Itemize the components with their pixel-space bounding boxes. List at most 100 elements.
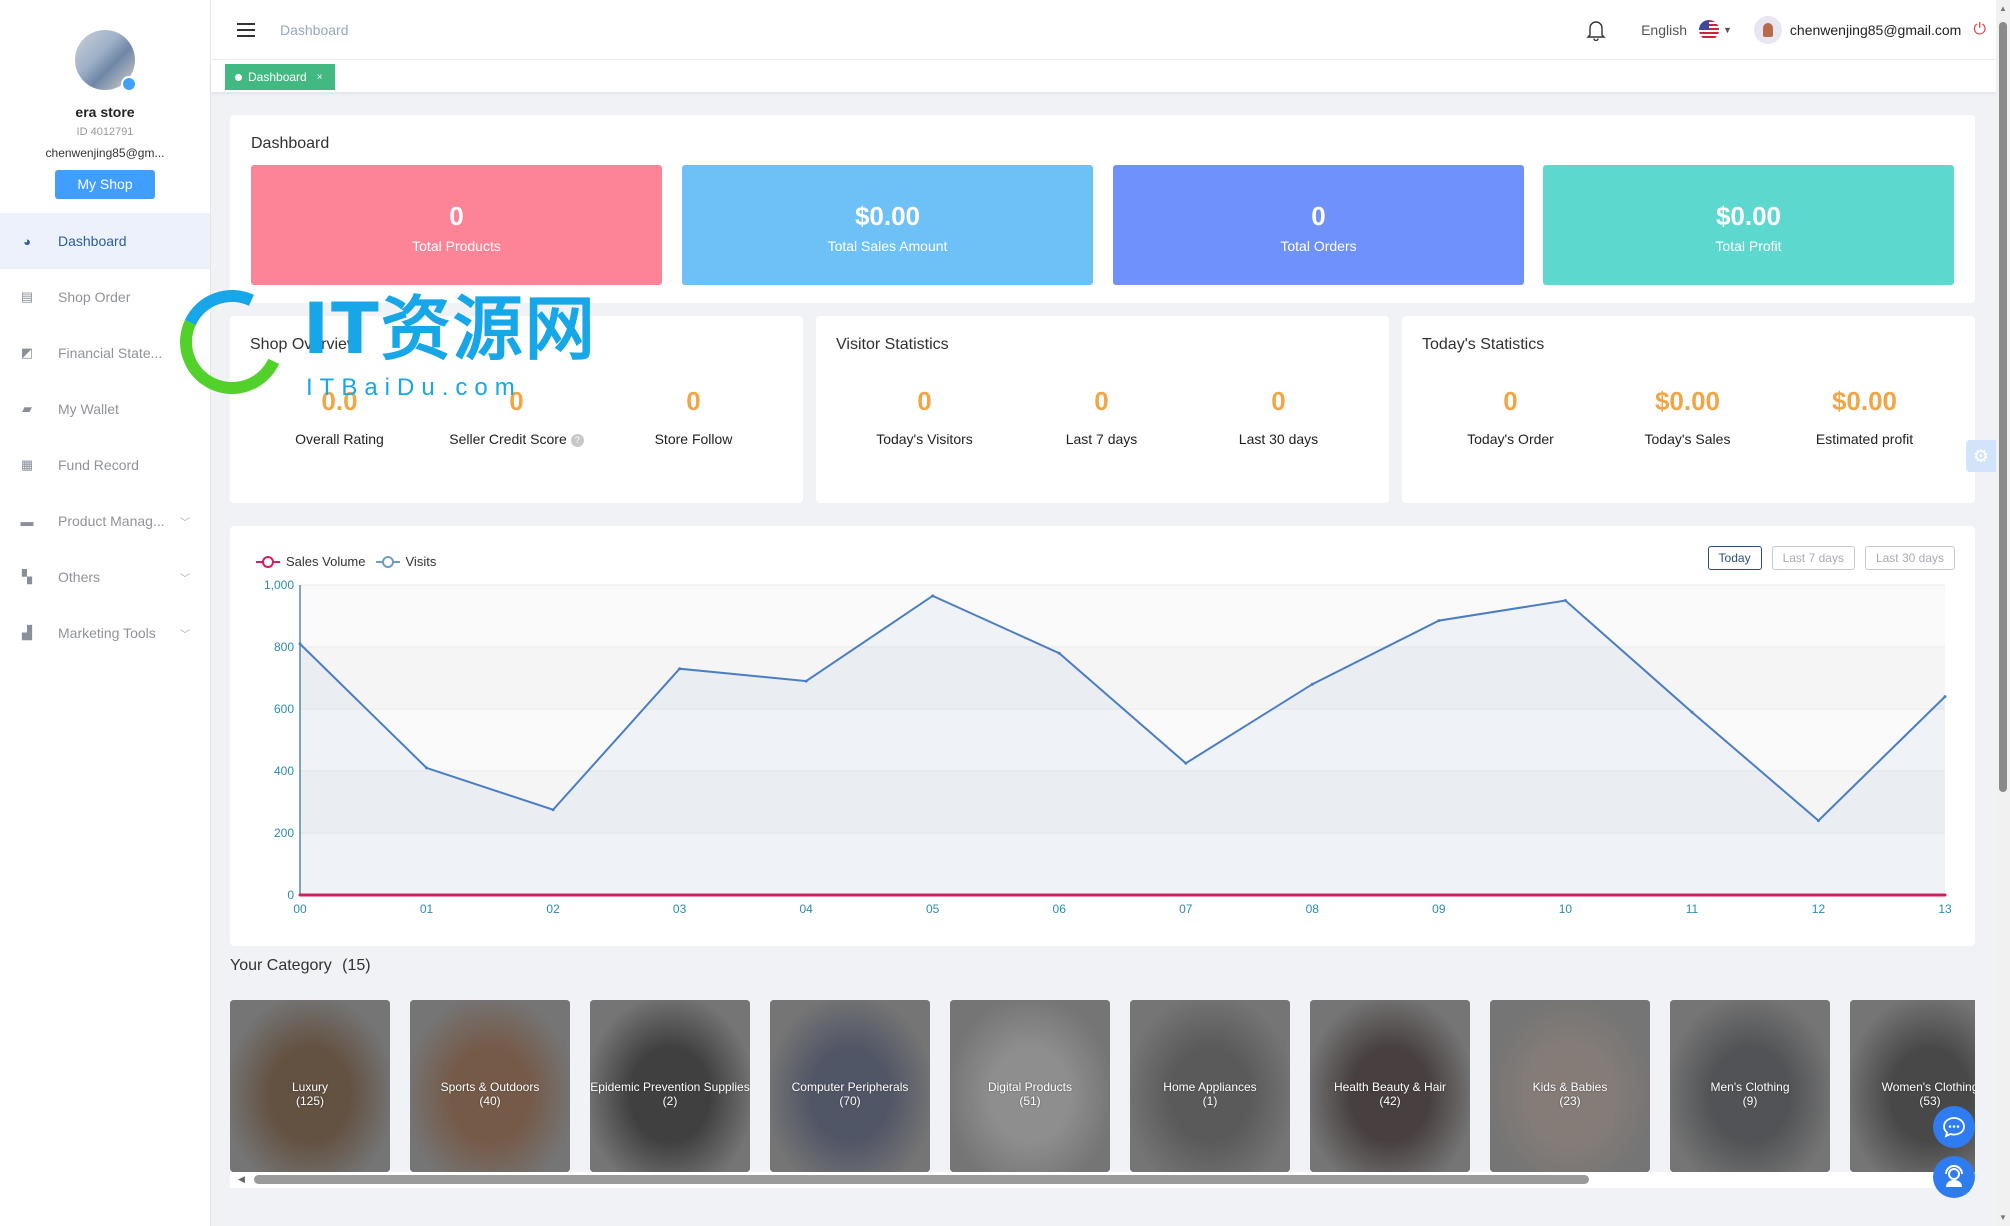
sidebar-item-others[interactable]: ▚ Others ﹀: [0, 549, 210, 605]
x-tick-label: 00: [293, 902, 307, 916]
category-card[interactable]: Computer Peripherals (70): [770, 1000, 930, 1172]
chevron-down-icon: ﹀: [180, 629, 190, 641]
sidebar-item-product-management[interactable]: ▬ Product Manag... ﹀: [0, 493, 210, 549]
stat-value: 0: [1311, 201, 1326, 231]
stat-card-total-products: 0 Total Products: [251, 165, 662, 285]
stat-card-total-sales-amount: $0.00 Total Sales Amount: [682, 165, 1093, 285]
line-chart-icon: ◩: [20, 345, 34, 360]
y-tick-label: 600: [274, 702, 294, 716]
todays-statistics-panel: Today's Statistics 0 Today's Order $0.00…: [1402, 316, 1975, 503]
close-icon[interactable]: ×: [317, 72, 323, 83]
visitors-last-7-days: 0 Last 7 days: [1013, 386, 1190, 447]
category-carousel[interactable]: Luxury (125) Sports & Outdoors (40) Epidemic…: [230, 1000, 1975, 1188]
customer-service-icon[interactable]: [1933, 1156, 1975, 1198]
sidebar-item-label: Fund Record: [58, 457, 139, 473]
clipboard-icon: ▤: [20, 289, 34, 304]
sidebar-item-label: Marketing Tools: [58, 625, 156, 641]
stat-card-total-profit: $0.00 Total Profit: [1543, 165, 1954, 285]
range-last-30-days-button[interactable]: Last 30 days: [1864, 546, 1955, 570]
stat-value: $0.00: [1715, 201, 1782, 231]
overall-rating: 0.0 Overall Rating: [251, 386, 428, 447]
legend-item-visits[interactable]: Visits: [375, 554, 437, 569]
scrollbar-thumb[interactable]: [254, 1175, 1589, 1184]
category-product-count: (9): [1742, 1094, 1758, 1108]
stat-label: Seller Credit Score: [449, 431, 567, 447]
scroll-down-arrow-icon[interactable]: ▼: [1999, 1213, 2007, 1222]
y-tick-label: 800: [274, 640, 294, 654]
legend-item-sales-volume[interactable]: Sales Volume: [256, 554, 366, 569]
range-last-7-days-button[interactable]: Last 7 days: [1771, 546, 1855, 570]
dashboard-gauge-icon: ◕: [23, 233, 31, 249]
category-card[interactable]: Men's Clothing (9): [1670, 1000, 1830, 1172]
page-vertical-scrollbar[interactable]: ▲ ▼: [1996, 0, 2010, 1226]
x-tick-label: 11: [1686, 902, 1699, 916]
sidebar-item-financial-statement[interactable]: ◩ Financial State...: [0, 325, 210, 381]
help-icon[interactable]: ?: [570, 433, 584, 447]
stat-label: Total Sales Amount: [827, 238, 948, 254]
stat-value: $0.00: [854, 201, 921, 231]
x-tick-label: 10: [1559, 902, 1573, 916]
scroll-up-arrow-icon[interactable]: ▲: [1999, 4, 2007, 13]
category-horizontal-scrollbar[interactable]: ◀: [230, 1172, 1975, 1188]
legend-label: Visits: [405, 554, 437, 569]
category-count: (15): [342, 957, 371, 974]
user-email[interactable]: chenwenjing85@gmail.com: [1790, 22, 1961, 38]
stat-label: Today's Sales: [1644, 431, 1731, 447]
category-card[interactable]: Epidemic Prevention Supplies (2): [590, 1000, 750, 1172]
sales-visits-chart-panel: 0 200 400 600 800 1,000 00 01 02 03 04 05 06 07 08 09 10…: [230, 526, 1975, 946]
category-card[interactable]: Health Beauty & Hair (42): [1310, 1000, 1470, 1172]
x-tick-label: 03: [673, 902, 687, 916]
category-name: Computer Peripherals: [791, 1080, 909, 1094]
stat-label-row: Seller Credit Score?: [428, 431, 605, 447]
x-tick-label: 05: [926, 902, 940, 916]
x-tick-label: 07: [1179, 902, 1193, 916]
category-caption: Women's Clothing (53): [1850, 1080, 1975, 1108]
range-today-button[interactable]: Today: [1707, 546, 1762, 570]
stat-label: Last 7 days: [1065, 431, 1138, 447]
category-card[interactable]: Kids & Babies (23): [1490, 1000, 1650, 1172]
category-card[interactable]: Luxury (125): [230, 1000, 390, 1172]
category-card[interactable]: Home Appliances (1): [1130, 1000, 1290, 1172]
data-point: [931, 594, 935, 598]
panel-title: Visitor Statistics: [836, 336, 949, 353]
store-avatar[interactable]: [75, 30, 137, 92]
caret-down-icon[interactable]: ▼: [1723, 25, 1732, 35]
chat-bubble-icon[interactable]: [1933, 1106, 1975, 1148]
category-card[interactable]: Digital Products (51): [950, 1000, 1110, 1172]
data-point: [804, 679, 808, 683]
category-product-count: (2): [662, 1094, 678, 1108]
category-name: Epidemic Prevention Supplies: [590, 1080, 750, 1094]
stat-value: 0: [686, 386, 701, 416]
menu-toggle-icon[interactable]: [237, 22, 255, 37]
stat-value: 0: [1271, 386, 1286, 416]
scrollbar-thumb[interactable]: [1999, 22, 2007, 792]
visitor-statistics-panel: Visitor Statistics 0 Today's Visitors 0 …: [816, 316, 1389, 503]
category-card[interactable]: Sports & Outdoors (40): [410, 1000, 570, 1172]
verified-badge-icon: [121, 76, 137, 92]
sidebar-item-fund-record[interactable]: ▦ Fund Record: [0, 437, 210, 493]
y-tick-label: 1,000: [264, 578, 294, 592]
sidebar-item-my-wallet[interactable]: ▰ My Wallet: [0, 381, 210, 437]
power-logout-icon[interactable]: ⏻: [1973, 21, 1986, 39]
scroll-left-arrow-icon[interactable]: ◀: [238, 1174, 245, 1185]
us-flag-icon[interactable]: [1699, 19, 1719, 40]
header-actions: English ▼ chenwenjing85@gmail.com ⏻: [1586, 15, 1996, 44]
language-label[interactable]: English: [1641, 22, 1687, 38]
my-shop-button[interactable]: My Shop: [55, 170, 155, 199]
category-name: Sports & Outdoors: [440, 1080, 540, 1094]
sidebar-item-label: Dashboard: [58, 233, 127, 249]
settings-gear-icon[interactable]: ⚙: [1966, 440, 1996, 472]
category-name: Luxury: [291, 1080, 329, 1094]
data-point: [1437, 619, 1441, 623]
legend-marker-icon: [256, 555, 280, 568]
bell-icon[interactable]: [1586, 19, 1606, 41]
sidebar-item-marketing-tools[interactable]: ▟ Marketing Tools ﹀: [0, 605, 210, 661]
sidebar-item-dashboard[interactable]: ◕ Dashboard: [0, 213, 210, 269]
user-avatar[interactable]: [1753, 15, 1782, 44]
category-caption: Health Beauty & Hair (42): [1310, 1080, 1470, 1108]
sidebar-item-shop-order[interactable]: ▤ Shop Order: [0, 269, 210, 325]
category-section-title: Your Category (15): [230, 957, 371, 975]
tag-label: Dashboard: [248, 70, 307, 84]
line-chart[interactable]: 0 200 400 600 800 1,000 00 01 02 03 04 05 06 07 08 09 10…: [230, 526, 1975, 946]
tag-dashboard[interactable]: Dashboard ×: [225, 64, 335, 90]
